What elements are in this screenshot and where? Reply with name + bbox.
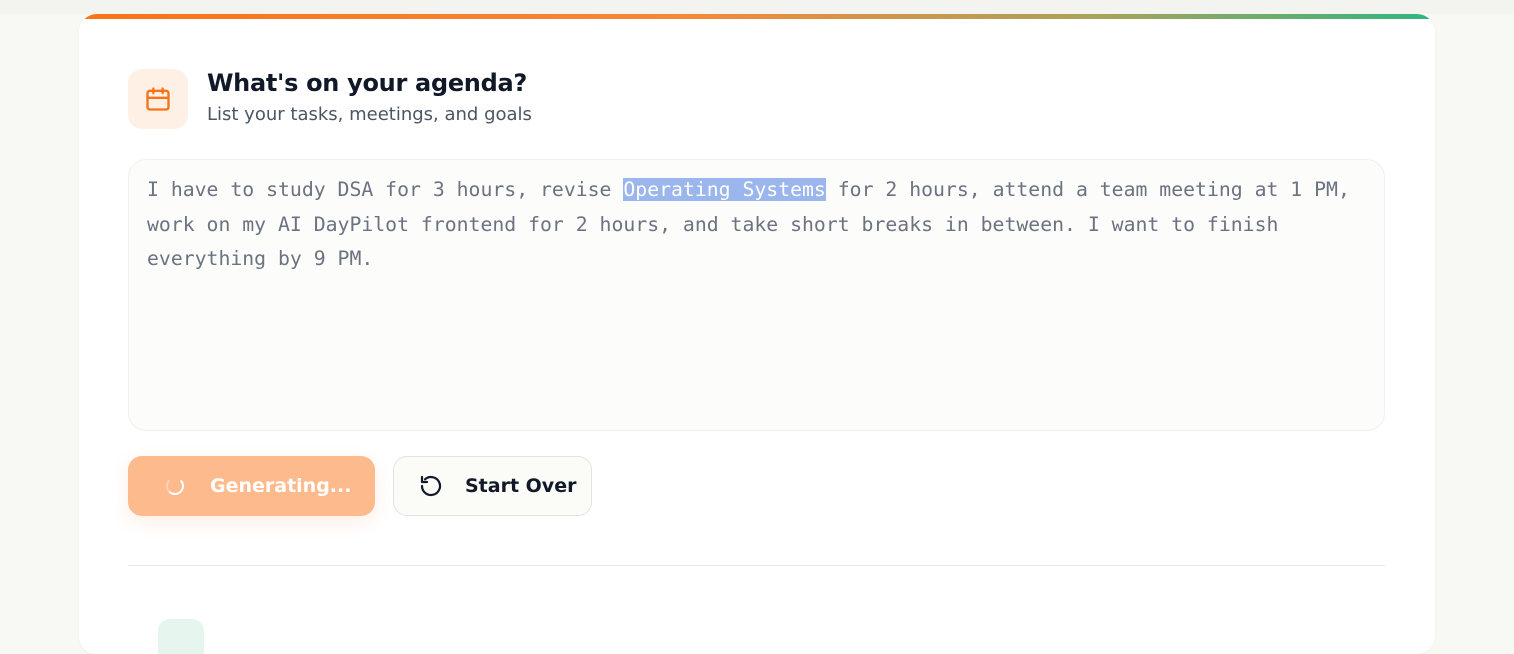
start-over-button[interactable]: Start Over <box>393 456 592 516</box>
calendar-icon <box>146 87 170 111</box>
agenda-textarea[interactable]: I have to study DSA for 3 hours, revise … <box>128 159 1385 431</box>
prompt-text-before: I have to study DSA for 3 hours, revise <box>147 178 624 201</box>
agenda-textarea-content: I have to study DSA for 3 hours, revise … <box>147 173 1366 277</box>
agenda-header: What's on your agenda? List your tasks, … <box>128 69 532 129</box>
next-section-icon <box>158 619 204 654</box>
agenda-card: What's on your agenda? List your tasks, … <box>79 14 1435 654</box>
page-top-strip <box>0 0 1514 14</box>
calendar-icon-badge <box>128 69 188 129</box>
loading-spinner-icon <box>166 477 184 495</box>
header-text: What's on your agenda? List your tasks, … <box>207 68 532 126</box>
action-buttons: Generating... Start Over <box>128 456 592 516</box>
rotate-ccw-icon <box>420 475 442 497</box>
generate-button[interactable]: Generating... <box>128 456 375 516</box>
page-title: What's on your agenda? <box>207 69 527 97</box>
card-accent-bar <box>79 14 1435 19</box>
prompt-text-selected: Operating Systems <box>623 178 826 201</box>
page-subtitle: List your tasks, meetings, and goals <box>207 104 532 125</box>
generate-button-label: Generating... <box>210 475 352 497</box>
start-over-button-label: Start Over <box>465 475 577 497</box>
section-divider <box>128 565 1385 566</box>
